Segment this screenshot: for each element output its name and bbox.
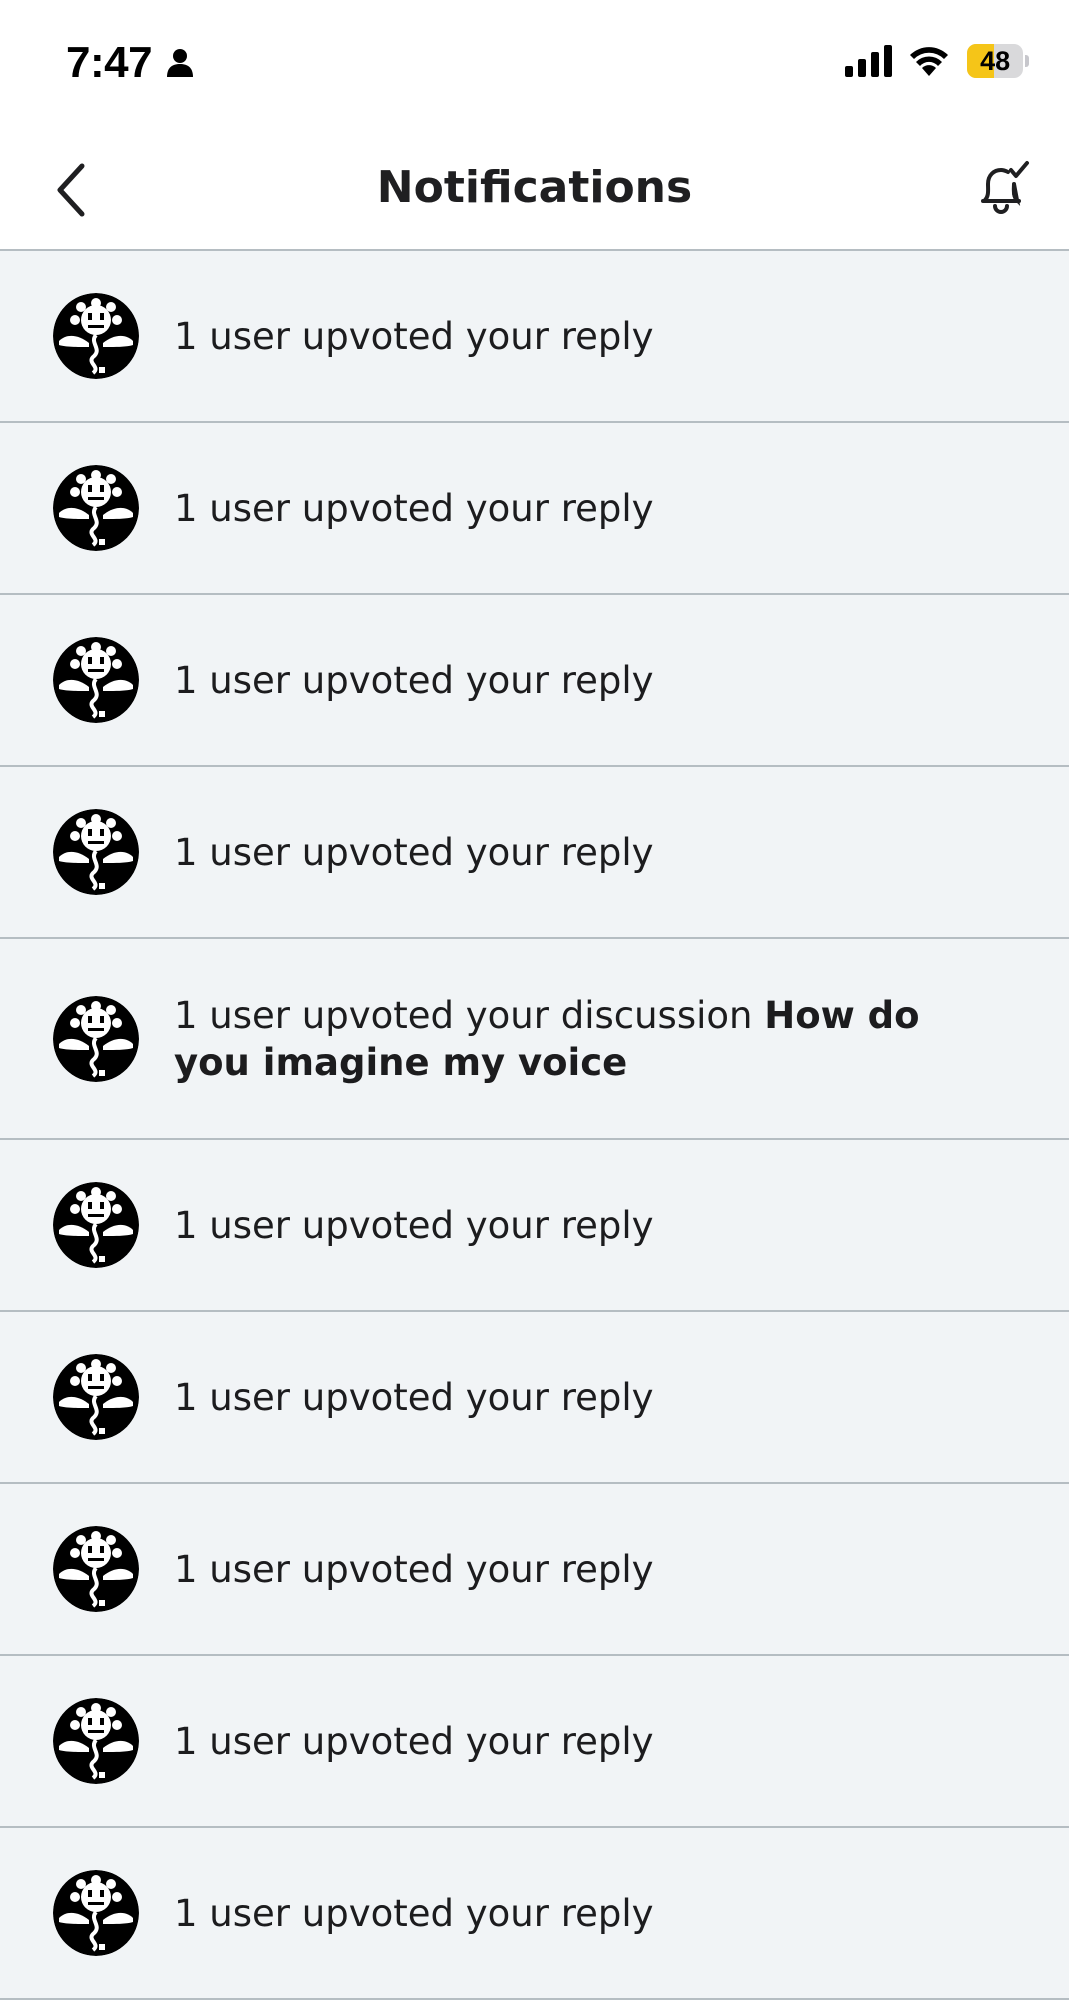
avatar [53,293,139,379]
avatar [53,637,139,723]
avatar [53,465,139,551]
notification-row[interactable]: 1 user upvoted your reply [0,595,1069,767]
notification-row[interactable]: 1 user upvoted your discussion How do yo… [0,939,1069,1140]
notification-row[interactable]: 1 user upvoted your reply [0,1484,1069,1656]
notification-row[interactable]: 1 user upvoted your reply [0,1656,1069,1828]
notification-message: 1 user upvoted your reply [174,314,654,358]
battery-level: 48 [980,45,1011,76]
avatar [53,1526,139,1612]
cellular-signal-icon [845,45,892,77]
mark-all-read-button[interactable] [969,156,1033,220]
avatar [53,1182,139,1268]
notifications-list: 1 user upvoted your reply 1 user upvoted… [0,251,1069,2000]
notification-message: 1 user upvoted your reply [174,1203,654,1247]
person-icon [167,49,194,77]
notification-text: 1 user upvoted your reply [174,1202,999,1249]
notification-text: 1 user upvoted your reply [174,485,999,532]
notification-text: 1 user upvoted your reply [174,1718,999,1765]
notification-message: 1 user upvoted your reply [174,1375,654,1419]
notification-message: 1 user upvoted your reply [174,830,654,874]
avatar [53,1354,139,1440]
notification-text: 1 user upvoted your reply [174,829,999,876]
avatar [53,1698,139,1784]
battery-icon: 48 [967,44,1029,78]
avatar [53,995,139,1082]
notification-message: 1 user upvoted your reply [174,1891,654,1935]
notification-text: 1 user upvoted your reply [174,657,999,704]
notification-row[interactable]: 1 user upvoted your reply [0,423,1069,595]
status-icons: 48 [843,44,1029,78]
notification-message: 1 user upvoted your reply [174,486,654,530]
status-time-group: 7:47 [66,38,196,88]
battery-body: 48 [967,44,1024,78]
notification-text: 1 user upvoted your discussion How do yo… [174,992,999,1086]
notification-row[interactable]: 1 user upvoted your reply [0,251,1069,423]
wifi-icon [910,47,948,76]
notification-message: 1 user upvoted your reply [174,658,654,702]
bell-check-icon [981,161,1029,214]
page-title: Notifications [376,162,693,213]
notification-text: 1 user upvoted your reply [174,1890,999,1937]
notification-text: 1 user upvoted your reply [174,313,999,360]
notification-row[interactable]: 1 user upvoted your reply [0,1312,1069,1484]
avatar [53,809,139,895]
status-bar: 7:47 48 [0,0,1069,130]
notification-row[interactable]: 1 user upvoted your reply [0,767,1069,939]
notification-text: 1 user upvoted your reply [174,1546,999,1593]
battery-cap [1025,55,1029,67]
notification-row[interactable]: 1 user upvoted your reply [0,1828,1069,2000]
notification-message: 1 user upvoted your reply [174,1547,654,1591]
avatar [53,1870,139,1956]
notification-row[interactable]: 1 user upvoted your reply [0,1140,1069,1312]
notification-message: 1 user upvoted your discussion [174,993,765,1037]
navigation-bar: Notifications [0,130,1069,251]
notification-message: 1 user upvoted your reply [174,1719,654,1763]
status-time: 7:47 [66,38,153,87]
notification-text: 1 user upvoted your reply [174,1374,999,1421]
